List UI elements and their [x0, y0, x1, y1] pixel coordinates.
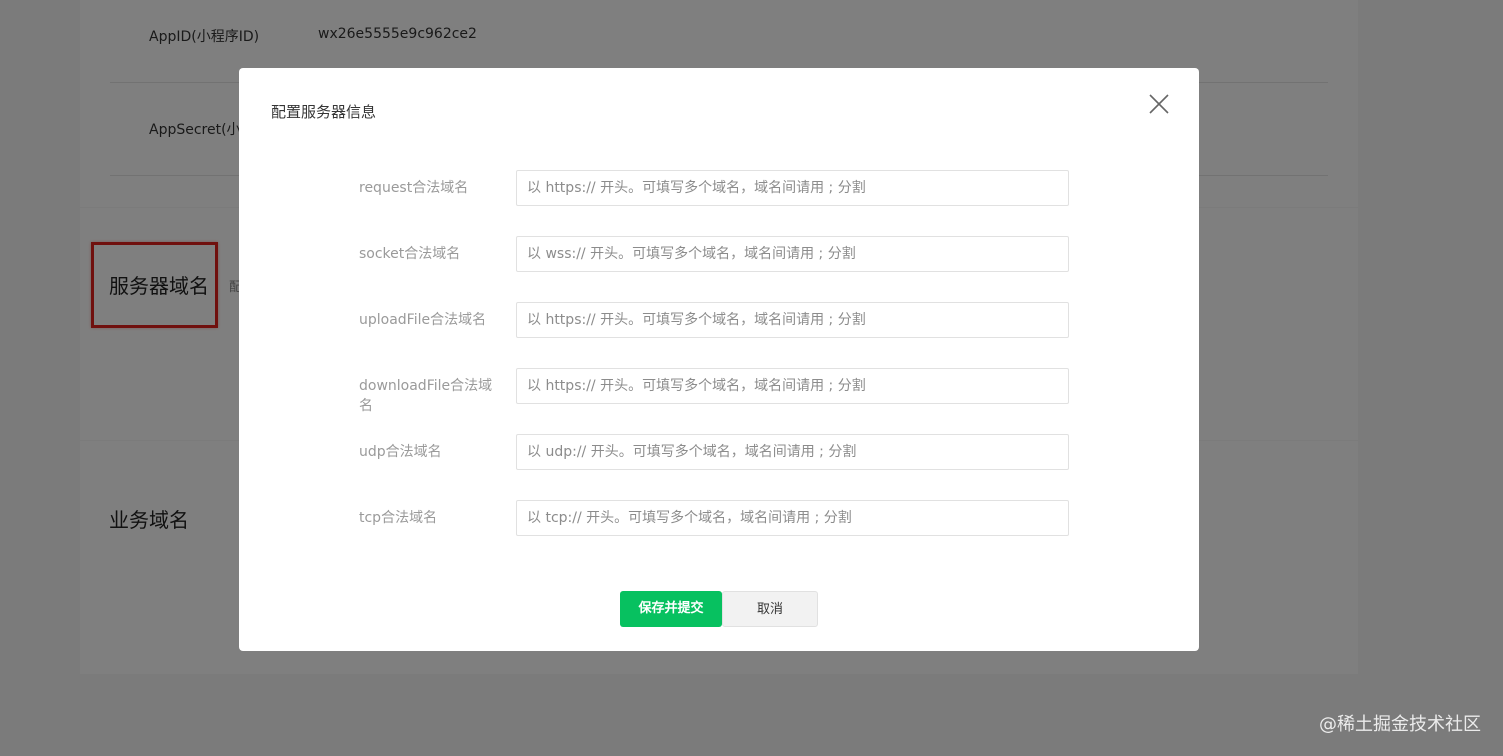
cancel-button[interactable]: 取消 [722, 591, 818, 627]
close-button[interactable] [1147, 92, 1171, 116]
field-label: tcp合法域名 [359, 510, 438, 526]
field-label: socket合法域名 [359, 246, 461, 262]
socket-domain-input[interactable] [516, 236, 1069, 272]
watermark: @稀土掘金技术社区 [1319, 714, 1481, 735]
field-label: request合法域名 [359, 180, 469, 196]
server-config-dialog: 配置服务器信息 request合法域名 socket合法域名 uploadFil… [239, 68, 1199, 651]
upload-file-domain-input[interactable] [516, 302, 1069, 338]
field-label: downloadFile合法域名 [359, 378, 493, 414]
download-file-domain-input[interactable] [516, 368, 1069, 404]
close-icon [1147, 92, 1171, 116]
field-label: uploadFile合法域名 [359, 312, 487, 328]
tcp-domain-input[interactable] [516, 500, 1069, 536]
save-submit-button[interactable]: 保存并提交 [620, 591, 722, 627]
udp-domain-input[interactable] [516, 434, 1069, 470]
request-domain-input[interactable] [516, 170, 1069, 206]
dialog-title: 配置服务器信息 [271, 103, 377, 121]
field-label: udp合法域名 [359, 444, 442, 460]
